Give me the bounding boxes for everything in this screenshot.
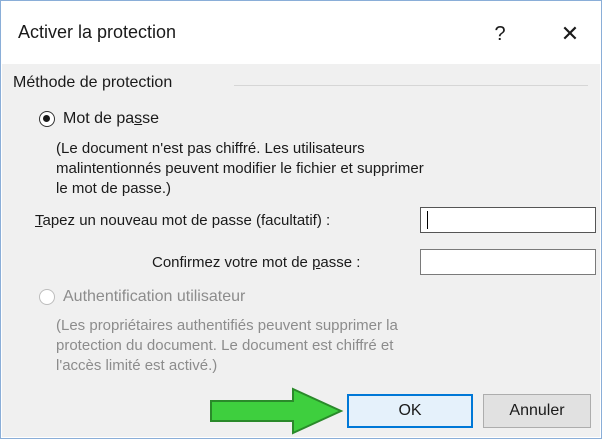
group-label: Méthode de protection [13, 74, 179, 92]
confirm-password-input[interactable] [420, 249, 596, 275]
text-caret [427, 211, 428, 229]
ok-button[interactable]: OK [347, 394, 473, 428]
title-bar: Activer la protection ? ✕ [2, 2, 600, 64]
description-line: le mot de passe.) [56, 180, 172, 197]
description-line: l'accès limité est activé.) [56, 357, 218, 374]
green-arrow-icon [210, 387, 344, 435]
password-option-description: (Le document n'est pas chiffré. Les util… [56, 139, 424, 199]
auth-option: Authentification utilisateur [39, 288, 245, 306]
help-button[interactable]: ? [480, 16, 520, 52]
group-divider [234, 85, 588, 86]
dialog-title: Activer la protection [18, 22, 177, 42]
dialog-content: Méthode de protection Mot de passe (Le d… [2, 64, 600, 437]
password-radio[interactable] [39, 111, 55, 127]
cancel-button[interactable]: Annuler [483, 394, 591, 428]
auth-radio [39, 289, 55, 305]
close-button[interactable]: ✕ [550, 16, 590, 52]
auth-option-description: (Les propriétaires authentifiés peuvent … [56, 316, 398, 376]
confirm-password-label: Confirmez votre mot de passe : [152, 254, 361, 271]
description-line: (Le document n'est pas chiffré. Les util… [56, 140, 365, 157]
password-option-label: Mot de passe [63, 110, 160, 127]
description-line: malintentionnés peuvent modifier le fich… [56, 160, 424, 177]
description-line: protection du document. Le document est … [56, 337, 394, 354]
new-password-input[interactable] [420, 207, 596, 233]
new-password-label: Tapez un nouveau mot de passe (facultati… [35, 212, 331, 229]
description-line: (Les propriétaires authentifiés peuvent … [56, 317, 398, 334]
protection-dialog: Activer la protection ? ✕ Méthode de pro… [0, 0, 602, 439]
auth-option-label: Authentification utilisateur [63, 288, 246, 305]
password-option[interactable]: Mot de passe [39, 110, 159, 128]
